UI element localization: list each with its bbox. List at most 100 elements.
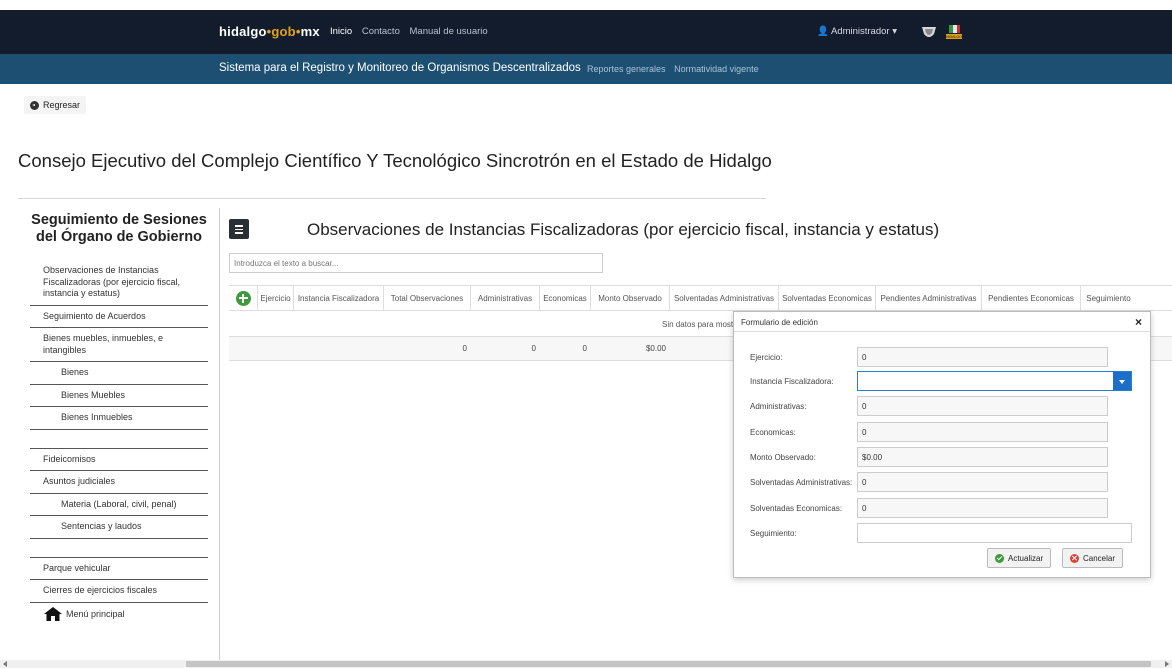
chevron-down-icon[interactable]	[1113, 372, 1131, 390]
col-economicas[interactable]: Economicas	[540, 286, 591, 310]
sidebar-item-observaciones[interactable]: Observaciones de Instancias Fiscalizador…	[30, 260, 208, 306]
input-seguimiento[interactable]	[857, 523, 1132, 543]
check-circle-icon	[995, 553, 1004, 563]
sidebar-item-materia[interactable]: Materia (Laboral, civil, penal)	[30, 494, 208, 516]
organism-title: Consejo Ejecutivo del Complejo Científic…	[18, 150, 772, 171]
col-ejercicio[interactable]: Ejercicio	[258, 286, 294, 310]
back-button[interactable]: Regresar	[24, 96, 87, 114]
total-monto: $0.00	[645, 344, 666, 353]
sidebar-item-bienes-muebles[interactable]: Bienes Muebles	[30, 385, 208, 407]
back-circle-icon	[30, 100, 39, 110]
nav-manual[interactable]: Manual de usuario	[410, 26, 488, 37]
input-solventadas-economicas[interactable]: 0	[857, 498, 1108, 518]
sidebar-spacer	[30, 539, 208, 558]
col-monto-observado[interactable]: Monto Observado	[591, 286, 670, 310]
label-solventadas-economicas: Solventadas Economicas:	[750, 503, 843, 513]
scrollbar-thumb[interactable]	[186, 661, 1151, 667]
grid-header: Ejercicio Instancia Fiscalizadora Total …	[229, 285, 1172, 311]
field-ejercicio: Ejercicio: 0	[750, 347, 1108, 367]
cancel-label: Cancelar	[1083, 553, 1116, 563]
total-economicas: 0	[582, 344, 587, 353]
input-administrativas[interactable]: 0	[857, 396, 1108, 416]
home-label: Menú principal	[66, 608, 125, 619]
label-ejercicio: Ejercicio:	[750, 352, 783, 362]
field-economicas: Economicas: 0	[750, 422, 1108, 442]
sidebar-item-asuntos-judiciales[interactable]: Asuntos judiciales	[30, 471, 208, 494]
sidebar-item-parque-vehicular[interactable]: Parque vehicular	[30, 558, 208, 580]
system-title: Sistema para el Registro y Monitoreo de …	[219, 62, 581, 74]
search-input[interactable]	[229, 253, 603, 273]
field-solventadas-administrativas: Solventadas Administrativas: 0	[750, 472, 1108, 492]
field-instancia: Instancia Fiscalizadora:	[750, 371, 1132, 391]
col-instancia[interactable]: Instancia Fiscalizadora	[294, 286, 384, 310]
sidebar-divider	[219, 208, 220, 660]
top-nav: Inicio Contacto Manual de usuario	[330, 26, 495, 37]
horizontal-scrollbar[interactable]	[0, 660, 1172, 668]
select-instancia[interactable]	[857, 371, 1132, 391]
totals-spacer	[229, 337, 384, 360]
total-administrativas: 0	[531, 344, 536, 353]
dialog-header: Formulario de edición ×	[734, 312, 1150, 332]
field-solventadas-economicas: Solventadas Economicas: 0	[750, 498, 1108, 518]
plus-circle-icon[interactable]	[235, 290, 251, 306]
user-menu[interactable]: 👤 Administrador ▾	[817, 26, 897, 37]
nav-reportes[interactable]: Reportes generales	[587, 64, 666, 74]
col-solventadas-administrativas[interactable]: Solventadas Administrativas	[670, 286, 779, 310]
caret-down-icon: ▾	[892, 26, 897, 37]
brand-text-hidalgo: hidalgo	[219, 24, 267, 39]
col-solventadas-economicas[interactable]: Solventadas Economicas	[779, 286, 876, 310]
brand-logo[interactable]: hidalgo•gob•mx	[219, 24, 320, 39]
label-solventadas-administrativas: Solventadas Administrativas:	[750, 477, 853, 487]
update-label: Actualizar	[1008, 553, 1044, 563]
nav-contacto[interactable]: Contacto	[362, 26, 400, 37]
title-divider	[18, 198, 766, 199]
sidebar-spacer	[30, 430, 208, 449]
nav-normatividad[interactable]: Normatividad vigente	[674, 64, 759, 74]
col-administrativas[interactable]: Administrativas	[471, 286, 540, 310]
sidebar-item-bienes-group[interactable]: Bienes muebles, inmuebles, e intangibles	[30, 328, 208, 362]
input-monto[interactable]: $0.00	[857, 447, 1108, 467]
hidalgo-logo: HIDALGO	[946, 25, 962, 39]
user-name: Administrador	[830, 26, 890, 37]
state-shield-logo	[922, 27, 936, 37]
label-instancia: Instancia Fiscalizadora:	[750, 376, 834, 386]
input-solventadas-administrativas[interactable]: 0	[857, 472, 1108, 492]
col-seguimiento[interactable]: Seguimiento	[1081, 286, 1136, 310]
sidebar-item-sentencias[interactable]: Sentencias y laudos	[30, 516, 208, 539]
system-nav: Reportes generales Normatividad vigente	[587, 64, 765, 74]
field-monto: Monto Observado: $0.00	[750, 447, 1108, 467]
home-link[interactable]: Menú principal	[30, 603, 208, 622]
sidebar-item-acuerdos[interactable]: Seguimiento de Acuerdos	[30, 306, 208, 328]
nav-inicio[interactable]: Inicio	[330, 26, 352, 37]
sidebar-heading: Seguimiento de Sesiones del Órgano de Go…	[31, 212, 207, 245]
section-title: Observaciones de Instancias Fiscalizador…	[307, 220, 940, 239]
scroll-left-icon[interactable]	[3, 661, 7, 667]
back-label: Regresar	[43, 100, 81, 110]
menu-toggle-button[interactable]	[229, 219, 249, 239]
hidalgo-logo-text: HIDALGO	[946, 35, 962, 39]
user-icon: 👤	[817, 26, 829, 37]
scroll-right-icon[interactable]	[1165, 661, 1169, 667]
input-ejercicio[interactable]: 0	[857, 347, 1108, 367]
sidebar-item-fideicomisos[interactable]: Fideicomisos	[30, 449, 208, 471]
sidebar-item-bienes-inmuebles[interactable]: Bienes Inmuebles	[30, 407, 208, 430]
label-monto: Monto Observado:	[750, 452, 816, 462]
sidebar: Seguimiento de Sesiones del Órgano de Go…	[30, 212, 208, 622]
update-button[interactable]: Actualizar	[987, 548, 1052, 568]
brand-text-mx: mx	[300, 24, 320, 39]
sidebar-item-bienes[interactable]: Bienes	[30, 362, 208, 385]
edit-form-dialog: Formulario de edición × Ejercicio: 0 Ins…	[733, 311, 1151, 578]
col-pendientes-economicas[interactable]: Pendientes Economicas	[982, 286, 1081, 310]
field-administrativas: Administrativas: 0	[750, 396, 1108, 416]
home-icon	[44, 606, 62, 621]
label-administrativas: Administrativas:	[750, 401, 807, 411]
dialog-title: Formulario de edición	[741, 318, 818, 327]
close-icon[interactable]: ×	[1135, 315, 1142, 329]
input-economicas[interactable]: 0	[857, 422, 1108, 442]
cancel-button[interactable]: Cancelar	[1062, 548, 1124, 568]
sidebar-item-cierres[interactable]: Cierres de ejercicios fiscales	[30, 580, 208, 603]
total-observaciones: 0	[462, 344, 467, 353]
field-seguimiento: Seguimiento:	[750, 523, 1132, 543]
col-pendientes-administrativas[interactable]: Pendientes Administrativas	[876, 286, 982, 310]
col-total-observaciones[interactable]: Total Observaciones	[384, 286, 471, 310]
